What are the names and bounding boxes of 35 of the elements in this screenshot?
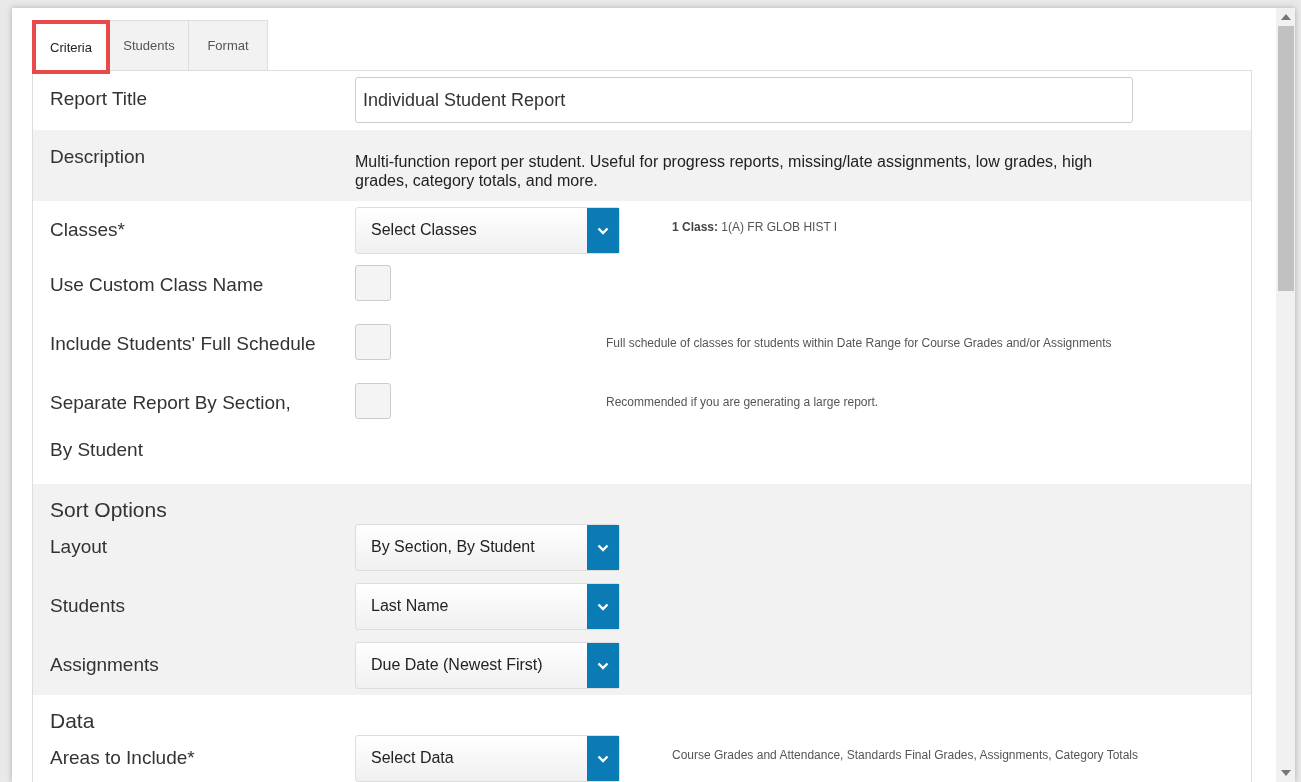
field-label: Include Students' Full Schedule (50, 332, 316, 356)
checkbox[interactable] (355, 265, 391, 301)
dropdown[interactable]: Last Name (355, 583, 620, 630)
dropdown[interactable]: Select Classes (355, 207, 620, 254)
dropdown[interactable]: Due Date (Newest First) (355, 642, 620, 689)
chevron-down-icon (597, 543, 609, 552)
hint-text: Full schedule of classes for students within Date Range for Course Grades and/or Assignments (606, 335, 1112, 350)
tab[interactable]: Format (188, 20, 268, 70)
field-label: Assignments (50, 653, 160, 676)
scrollbar[interactable] (1276, 8, 1295, 782)
field-label: Report Title (50, 87, 149, 110)
section-heading: Sort Options (49, 497, 168, 522)
field-label: Areas to Include* (50, 746, 196, 769)
field-label: Description (50, 146, 147, 168)
chevron-down-icon (597, 661, 609, 670)
dropdown[interactable]: By Section, By Student (355, 524, 620, 571)
field-label: Classes* (50, 218, 126, 241)
field-label: Students (50, 594, 126, 617)
field-label: Layout (50, 535, 109, 558)
checkbox[interactable] (355, 324, 391, 360)
field-label: Separate Report By Section, By Student (50, 391, 292, 462)
tab[interactable]: Students (109, 20, 189, 70)
chevron-down-icon (597, 602, 609, 611)
description-text: Multi-function report per student. Useful for progress reports, missing/late assignments, low grades, high grades, category totals, and more. (355, 152, 1094, 190)
hint-text: 1 Class: 1(A) FR GLOB HIST I (672, 219, 838, 234)
field-label: Use Custom Class Name (50, 273, 265, 297)
section-heading: Data (49, 708, 96, 733)
report-title-field[interactable]: Individual Student Report (355, 77, 1133, 123)
dropdown[interactable]: Select Data (355, 735, 620, 782)
tab[interactable]: Criteria (32, 20, 110, 74)
hint-text: Recommended if you are generating a large report. (606, 394, 879, 409)
chevron-down-icon (597, 226, 609, 235)
hint-text: Course Grades and Attendance, Standards Final Grades, Assignments, Category Totals (672, 747, 1139, 762)
checkbox[interactable] (355, 383, 391, 419)
chevron-down-icon (597, 754, 609, 763)
